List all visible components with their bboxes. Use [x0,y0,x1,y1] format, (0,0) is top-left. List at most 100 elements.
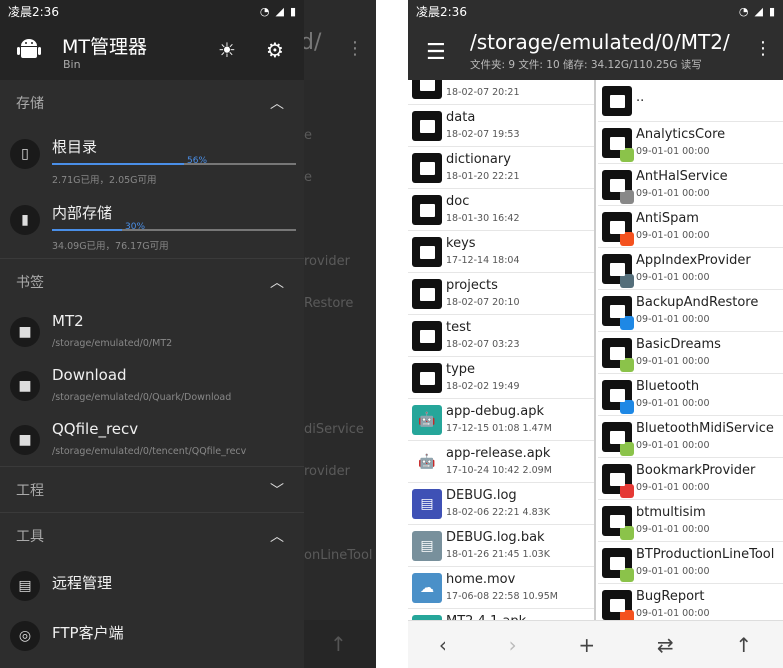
file-row[interactable]: AppIndexProvider 09-01-01 00:00 [598,248,783,290]
file-row[interactable]: AntiSpam 09-01-01 00:00 [598,206,783,248]
file-row[interactable]: thumbnails 18-02-07 20:21 [408,80,594,105]
bg-text: rovider [304,464,350,479]
app-badge-icon [620,484,634,498]
file-row[interactable]: 🤖 app-debug.apk 17-12-15 01:08 1.47M [408,399,594,441]
file-name: AppIndexProvider [636,253,751,268]
file-row[interactable]: keys 17-12-14 18:04 [408,231,594,273]
app-badge-icon [620,316,634,330]
folder-icon: ■ [10,317,40,347]
file-row[interactable]: Bluetooth 09-01-01 00:00 [598,374,783,416]
file-name: BugReport [636,589,705,604]
app-badge-icon [620,442,634,456]
file-meta: 18-01-20 22:21 [446,171,520,182]
folder-icon [412,237,442,267]
file-row[interactable]: AnalyticsCore 09-01-01 00:00 [598,122,783,164]
section-project[interactable]: 工程 ﹀ [0,466,304,512]
app-badge-icon [620,190,634,204]
app-title: MT管理器 [62,36,147,58]
file-row[interactable]: BasicDreams 09-01-01 00:00 [598,332,783,374]
forward-arrow-icon[interactable]: › [509,633,517,657]
section-tools[interactable]: 工具 ︿ [0,512,304,558]
file-row[interactable]: BackupAndRestore 09-01-01 00:00 [598,290,783,332]
folder-icon [412,80,442,99]
folder-icon [412,111,442,141]
file-name: AntHalService [636,169,728,184]
toolbar: 凌晨2:36 ◔ ◢ ▮ ☰ /storage/emulated/0/MT2/ 文件… [408,0,783,80]
tool-item-ftp[interactable]: ◎ FTP客户端 [0,608,304,658]
more-icon[interactable]: ⋮ [754,38,772,59]
file-row[interactable]: doc 18-01-30 16:42 [408,189,594,231]
bookmark-item[interactable]: ■ QQfile_recv /storage/emulated/0/tencen… [0,412,304,466]
file-meta: 09-01-01 00:00 [636,566,710,577]
storage-label: 内部存储 [52,204,113,222]
file-row[interactable]: BookmarkProvider 09-01-01 00:00 [598,458,783,500]
file-row[interactable]: ▤ DEBUG.log.bak 18-01-26 21:45 1.03K [408,525,594,567]
section-storage[interactable]: 存储 ︿ [0,80,304,126]
bottom-toolbar: ‹ › + ⇄ ↑ [408,620,783,668]
file-name: BackupAndRestore [636,295,759,310]
folder-icon [602,590,634,620]
bookmark-item[interactable]: ■ Download /storage/emulated/0/Quark/Dow… [0,358,304,412]
section-label: 书签 [16,274,44,291]
file-row[interactable]: test 18-02-07 03:23 [408,315,594,357]
storage-label: 根目录 [52,138,98,156]
add-icon[interactable]: + [578,633,595,657]
file-name: data [446,110,476,125]
file-meta: 09-01-01 00:00 [636,314,710,325]
brightness-icon[interactable]: ☀ [218,38,236,62]
file-row[interactable]: .. [598,80,783,122]
folder-icon [602,86,632,116]
left-file-pane[interactable]: thumbnails 18-02-07 20:21 data 18-02-07 19:… [408,80,596,620]
app-badge-icon [620,232,634,246]
file-row[interactable]: type 18-02-02 19:49 [408,357,594,399]
storage-percent: 56% [187,156,208,166]
file-row[interactable]: ▤ DEBUG.log 18-02-06 22:21 4.83K [408,483,594,525]
video-thumbnail-icon: ☁ [412,573,442,603]
file-meta: 18-01-26 21:45 1.03K [446,549,550,560]
status-time: 凌晨2:36 [8,4,59,19]
bg-text: Restore [304,296,354,311]
file-row[interactable]: projects 18-02-07 20:10 [408,273,594,315]
file-row[interactable]: btmultisim 09-01-01 00:00 [598,500,783,542]
file-row[interactable]: 🤖MT2.4.1.apk [408,609,594,620]
bookmark-item[interactable]: ■ MT2 /storage/emulated/0/MT2 [0,304,304,358]
tool-item-remote[interactable]: ▤ 远程管理 [0,558,304,608]
section-bookmarks[interactable]: 书签 ︿ [0,258,304,304]
file-meta: 17-06-08 22:58 10.95M [446,591,558,602]
right-file-pane[interactable]: .. AnalyticsCore 09-01-01 00:00 AntHalServi… [598,80,783,620]
back-arrow-icon[interactable]: ‹ [439,633,447,657]
file-row[interactable]: AntHalService 09-01-01 00:00 [598,164,783,206]
bookmark-label: Download [52,366,127,384]
android-logo-icon [16,36,42,62]
file-row[interactable]: ☁ home.mov 17-06-08 22:58 10.95M [408,567,594,609]
folder-icon [602,506,634,540]
arrow-up-icon[interactable]: ↑ [735,633,752,657]
folder-icon: ■ [10,425,40,455]
file-meta: 17-10-24 10:42 2.09M [446,465,552,476]
status-bar: 凌晨2:36 ◔ ◢ ▮ [408,0,783,22]
file-meta: 09-01-01 00:00 [636,272,710,283]
folder-icon [602,128,634,162]
file-row[interactable]: 🤖 app-release.apk 17-10-24 10:42 2.09M [408,441,594,483]
section-label: 工具 [16,528,44,545]
storage-percent: 30% [125,222,146,232]
file-row[interactable]: data 18-02-07 19:53 [408,105,594,147]
battery-icon: ▮ [289,4,296,18]
signal-icon: ◢ [275,4,284,18]
storage-item-internal[interactable]: ▮ 内部存储 30% 34.09G已用，76.17G可用 [0,192,304,258]
file-meta: 18-01-30 16:42 [446,213,520,224]
file-meta: 09-01-01 00:00 [636,608,710,619]
swap-icon[interactable]: ⇄ [657,633,674,657]
file-row[interactable]: BugReport 09-01-01 00:00 [598,584,783,620]
bookmark-path: /storage/emulated/0/Quark/Download [52,392,232,403]
storage-item-root[interactable]: ▯ 根目录 56% 2.71G已用，2.05G可用 [0,126,304,192]
file-row[interactable]: dictionary 18-01-20 22:21 [408,147,594,189]
battery-icon: ▮ [768,4,775,18]
app-badge-icon [620,274,634,288]
hamburger-menu-icon[interactable]: ☰ [426,40,446,65]
status-bar: 凌晨2:36 ◔ ◢ ▮ [0,0,304,22]
file-row[interactable]: BluetoothMidiService 09-01-01 00:00 [598,416,783,458]
file-row[interactable]: BTProductionLineTool 09-01-01 00:00 [598,542,783,584]
folder-icon [602,422,634,456]
gear-icon[interactable]: ⚙ [266,38,284,62]
